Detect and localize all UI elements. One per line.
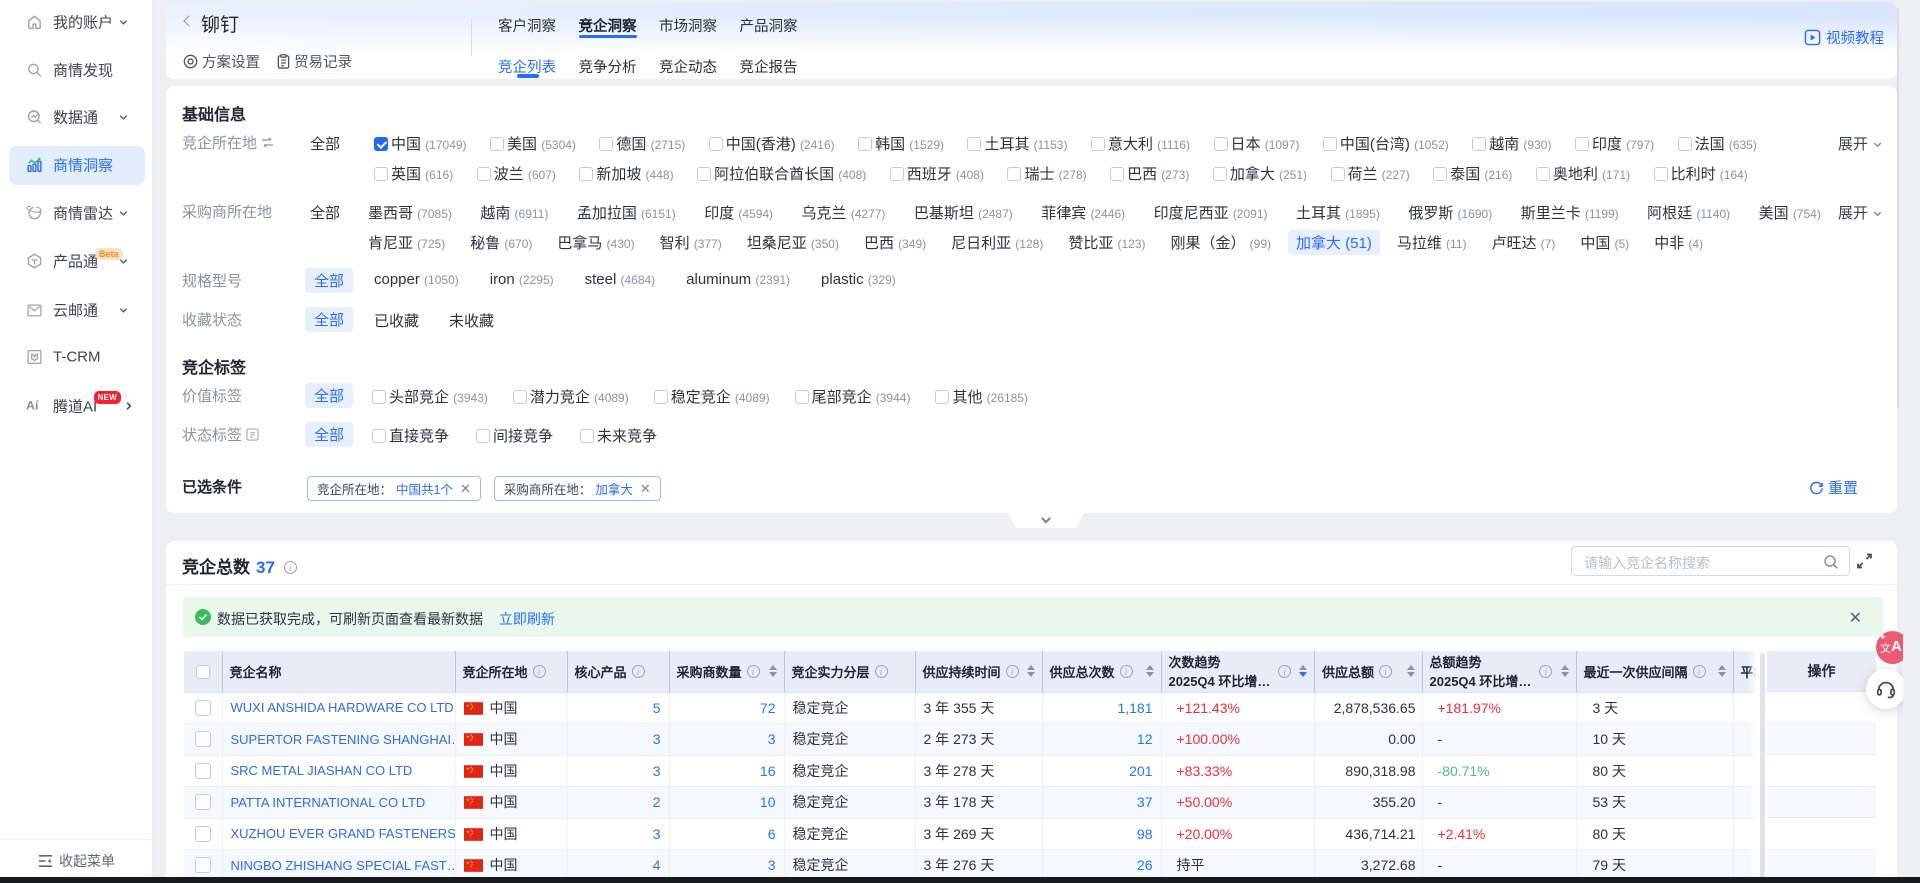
svg-text:Aí: Aí bbox=[26, 398, 39, 412]
